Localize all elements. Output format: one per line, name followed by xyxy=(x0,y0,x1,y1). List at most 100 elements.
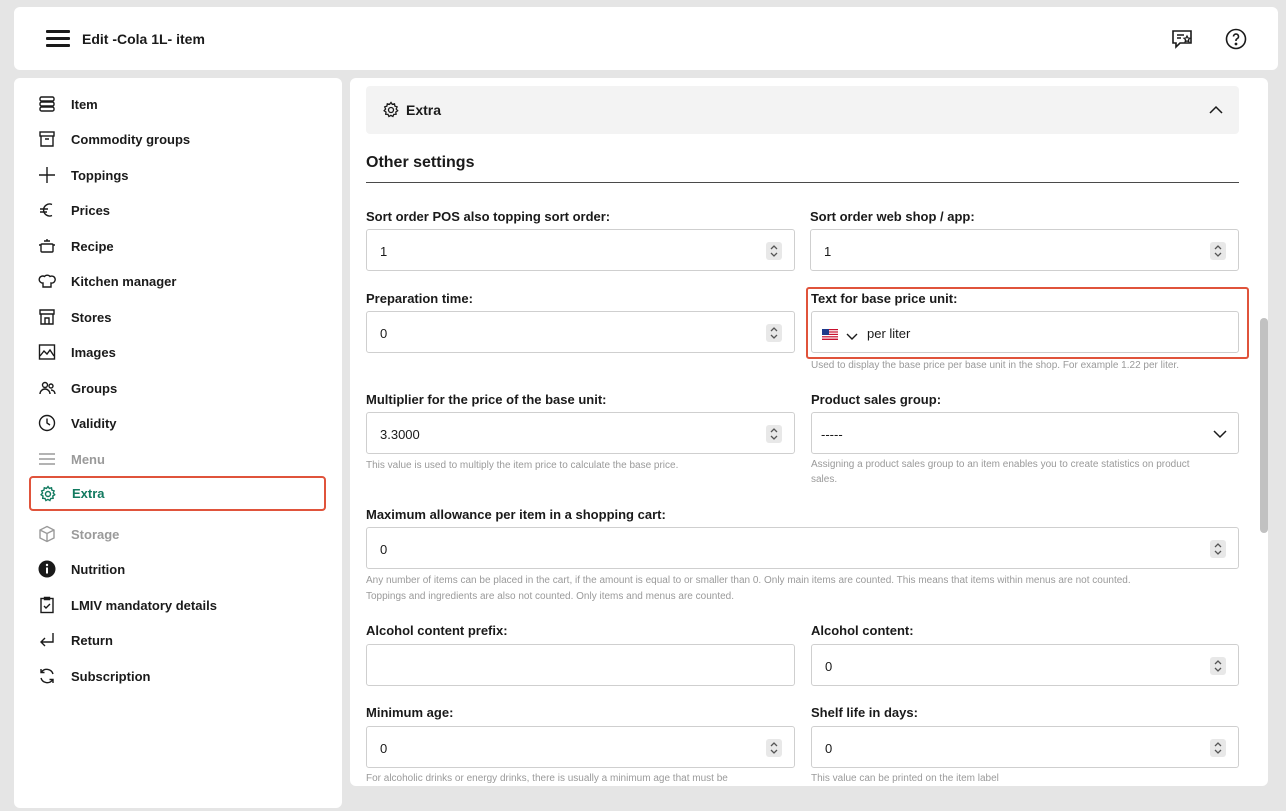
gear-icon xyxy=(38,484,58,504)
image-icon xyxy=(37,342,57,362)
sales-group-hint: Assigning a product sales group to an it… xyxy=(811,459,1190,470)
cooking-pot-icon xyxy=(37,236,57,256)
sidebar-item-images[interactable]: Images xyxy=(30,336,326,368)
extra-section-header[interactable]: Extra xyxy=(366,86,1239,134)
spinner-arrows-icon[interactable] xyxy=(1210,739,1226,757)
sidebar-item-label: Subscription xyxy=(71,668,151,684)
top-header: Edit -Cola 1L- item xyxy=(14,7,1278,70)
prep-time-value: 0 xyxy=(380,326,388,341)
archive-box-icon xyxy=(37,129,57,149)
sort-pos-label: Sort order POS also topping sort order: xyxy=(366,209,611,224)
sidebar-item-item[interactable]: Item xyxy=(30,88,326,120)
base-unit-text-label: Text for base price unit: xyxy=(811,291,958,306)
shelf-life-hint: This value can be printed on the item la… xyxy=(811,773,999,784)
spinner-arrows-icon[interactable] xyxy=(1210,657,1226,675)
spinner-arrows-icon[interactable] xyxy=(766,739,782,757)
multiplier-value: 3.3000 xyxy=(380,427,420,442)
sidebar-item-label: Commodity groups xyxy=(71,131,191,147)
sidebar-item-label: Return xyxy=(71,632,113,648)
sidebar-item-lmiv[interactable]: LMIV mandatory details xyxy=(30,589,326,621)
refresh-icon xyxy=(37,666,57,686)
sidebar-item-toppings[interactable]: Toppings xyxy=(30,159,326,191)
sidebar-item-groups[interactable]: Groups xyxy=(30,372,326,404)
sidebar-item-recipe[interactable]: Recipe xyxy=(30,230,326,262)
us-flag-icon[interactable] xyxy=(822,327,838,340)
sort-web-label: Sort order web shop / app: xyxy=(810,209,975,224)
sidebar-item-validity[interactable]: Validity xyxy=(30,407,326,439)
help-icon[interactable] xyxy=(1224,27,1248,51)
base-unit-text-input[interactable]: per liter xyxy=(811,311,1239,353)
max-allowance-value: 0 xyxy=(380,542,388,557)
sidebar-item-stores[interactable]: Stores xyxy=(30,301,326,333)
store-icon xyxy=(37,307,57,327)
max-allowance-hint: Any number of items can be placed in the… xyxy=(366,575,1131,586)
sidebar-item-label: Kitchen manager xyxy=(71,273,177,289)
min-age-label: Minimum age: xyxy=(366,705,454,720)
sidebar-item-menu[interactable]: Menu xyxy=(30,443,326,475)
alcohol-content-label: Alcohol content: xyxy=(811,623,914,638)
sidebar-item-label: Groups xyxy=(71,380,118,396)
chevron-down-icon[interactable] xyxy=(846,328,858,340)
sidebar-item-label: Toppings xyxy=(71,167,129,183)
sort-pos-input[interactable]: 1 xyxy=(366,229,795,271)
prep-time-input[interactable]: 0 xyxy=(366,311,795,353)
shelf-life-label: Shelf life in days: xyxy=(811,705,918,720)
sidebar-item-label: Images xyxy=(71,344,116,360)
sidebar-item-label: Recipe xyxy=(71,238,114,254)
multiplier-input[interactable]: 3.3000 xyxy=(366,412,795,454)
min-age-value: 0 xyxy=(380,741,388,756)
hamburger-menu-icon[interactable] xyxy=(46,29,70,47)
spinner-arrows-icon[interactable] xyxy=(1210,540,1226,558)
sidebar-item-extra[interactable]: Extra xyxy=(29,476,326,511)
clipboard-check-icon xyxy=(37,595,57,615)
sidebar-item-commodity-groups[interactable]: Commodity groups xyxy=(30,123,326,155)
base-unit-text-value: per liter xyxy=(867,326,911,341)
sidebar-item-label: Extra xyxy=(72,486,105,501)
alcohol-content-input[interactable]: 0 xyxy=(811,644,1239,686)
sort-web-value: 1 xyxy=(824,244,832,259)
sidebar-item-label: Validity xyxy=(71,415,117,431)
multiplier-hint: This value is used to multiply the item … xyxy=(366,460,679,471)
spinner-arrows-icon[interactable] xyxy=(1210,242,1226,260)
sidebar-item-storage[interactable]: Storage xyxy=(30,518,326,550)
sidebar-item-label: Stores xyxy=(71,309,112,325)
sidebar-item-prices[interactable]: Prices xyxy=(30,194,326,226)
sidebar-item-subscription[interactable]: Subscription xyxy=(30,660,326,692)
scrollbar-thumb[interactable] xyxy=(1260,318,1268,533)
sidebar-item-label: Nutrition xyxy=(71,561,126,577)
sidebar-item-label: Item xyxy=(71,96,98,112)
main-content: Extra Other settings Sort order POS also… xyxy=(350,78,1268,786)
alcohol-prefix-input[interactable] xyxy=(366,644,795,686)
sales-group-hint-2: sales. xyxy=(811,474,838,485)
plus-icon xyxy=(37,165,57,185)
chevron-up-icon[interactable] xyxy=(1209,103,1223,117)
max-allowance-input[interactable]: 0 xyxy=(366,527,1239,569)
sidebar-item-label: Storage xyxy=(71,526,120,542)
spinner-arrows-icon[interactable] xyxy=(766,242,782,260)
users-icon xyxy=(37,378,57,398)
min-age-hint: For alcoholic drinks or energy drinks, t… xyxy=(366,773,728,784)
return-arrow-icon xyxy=(37,630,57,650)
spinner-arrows-icon[interactable] xyxy=(766,425,782,443)
sidebar-item-nutrition[interactable]: Nutrition xyxy=(30,553,326,585)
spinner-arrows-icon[interactable] xyxy=(766,324,782,342)
sort-web-input[interactable]: 1 xyxy=(810,229,1239,271)
prep-time-label: Preparation time: xyxy=(366,291,473,306)
max-allowance-label: Maximum allowance per item in a shopping… xyxy=(366,507,666,522)
sales-group-value: ----- xyxy=(821,427,843,442)
sort-pos-value: 1 xyxy=(380,244,388,259)
base-unit-text-hint: Used to display the base price per base … xyxy=(811,360,1179,371)
feedback-icon[interactable] xyxy=(1170,27,1194,51)
shelf-life-value: 0 xyxy=(825,741,833,756)
menu-lines-icon xyxy=(37,449,57,469)
sidebar: Item Commodity groups Toppings Prices Re… xyxy=(14,78,342,808)
chevron-down-icon xyxy=(1212,427,1228,441)
min-age-input[interactable]: 0 xyxy=(366,726,795,768)
sidebar-item-kitchen-manager[interactable]: Kitchen manager xyxy=(30,265,326,297)
sidebar-item-label: Prices xyxy=(71,202,111,218)
box-icon xyxy=(37,524,57,544)
shelf-life-input[interactable]: 0 xyxy=(811,726,1239,768)
sidebar-item-return[interactable]: Return xyxy=(30,624,326,656)
sales-group-select[interactable]: ----- xyxy=(811,412,1239,454)
clock-icon xyxy=(37,413,57,433)
